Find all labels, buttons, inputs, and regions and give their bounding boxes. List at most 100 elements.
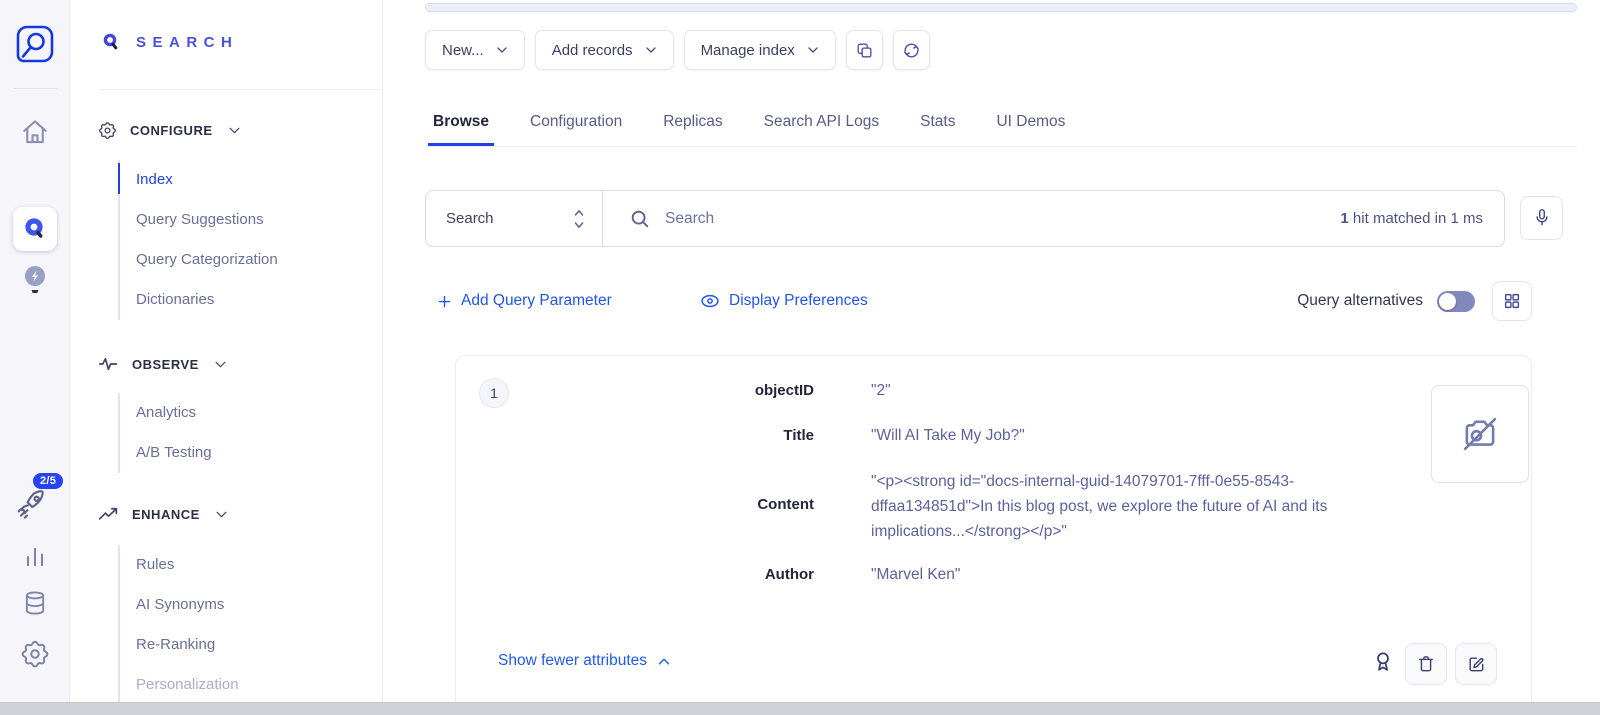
display-preferences-label: Display Preferences	[729, 292, 868, 310]
rail-divider	[13, 88, 57, 89]
sidebar-item-query-suggestions[interactable]: Query Suggestions	[120, 200, 278, 240]
hit-rank-badge: 1	[479, 378, 509, 408]
eye-icon	[700, 293, 720, 309]
sidebar-item-index[interactable]: Index	[120, 160, 278, 200]
delete-hit-button[interactable]	[1405, 643, 1447, 685]
trend-up-icon	[98, 506, 119, 522]
grid-layout-icon	[1503, 292, 1521, 310]
search-product-active-tile[interactable]	[13, 207, 57, 251]
chevron-up-icon	[657, 657, 671, 666]
edit-hit-button[interactable]	[1455, 643, 1497, 685]
manage-index-button[interactable]: Manage index	[684, 30, 836, 70]
field-label-objectid: objectID	[614, 382, 814, 399]
search-bar: Search 1 hit matched in 1 ms	[425, 190, 1505, 247]
search-input[interactable]	[665, 210, 1340, 228]
enhance-items: Rules AI Synonyms Re-Ranking Personaliza…	[118, 545, 239, 705]
product-header: SEARCH	[100, 31, 238, 53]
sidebar-item-analytics[interactable]: Analytics	[120, 393, 212, 433]
copy-icon	[855, 41, 874, 60]
section-label: ENHANCE	[132, 507, 200, 522]
gear-icon[interactable]	[20, 639, 50, 669]
plus-icon	[437, 294, 452, 309]
show-fewer-label: Show fewer attributes	[498, 652, 647, 670]
observe-items: Analytics A/B Testing	[118, 393, 212, 473]
sidebar-item-dictionaries[interactable]: Dictionaries	[120, 280, 278, 320]
sidebar-item-personalization[interactable]: Personalization	[120, 665, 239, 705]
toolbar: New... Add records Manage index	[425, 30, 930, 70]
gear-icon	[98, 121, 117, 140]
hit-card: 1 objectID "2" Title "Will AI Take My Jo…	[455, 355, 1532, 711]
query-alternatives-label: Query alternatives	[1297, 292, 1423, 310]
toggle-knob	[1439, 293, 1456, 310]
tab-browse[interactable]: Browse	[428, 100, 494, 146]
add-records-button[interactable]: Add records	[535, 30, 674, 70]
configure-items: Index Query Suggestions Query Categoriza…	[118, 160, 278, 320]
camera-off-icon	[1459, 413, 1501, 455]
display-preferences-link[interactable]: Display Preferences	[700, 281, 868, 321]
product-title: SEARCH	[136, 34, 238, 51]
index-selector-sliver	[425, 3, 1577, 12]
chevron-down-icon	[228, 126, 241, 135]
section-label: OBSERVE	[132, 357, 199, 372]
bottom-scrollbar-band[interactable]	[0, 702, 1600, 715]
field-value-objectid: "2"	[871, 382, 891, 400]
tab-search-api-logs[interactable]: Search API Logs	[759, 100, 884, 146]
tab-configuration[interactable]: Configuration	[525, 100, 627, 146]
analytics-bars-icon[interactable]	[21, 543, 49, 571]
search-magnifier-icon	[100, 31, 122, 53]
query-alternatives-toggle[interactable]	[1437, 291, 1475, 312]
refresh-button[interactable]	[893, 30, 930, 70]
database-icon[interactable]	[21, 589, 49, 617]
manage-index-label: Manage index	[701, 42, 795, 59]
sort-chevrons-icon	[572, 208, 586, 230]
field-value-content: "<p><strong id="docs-internal-guid-14079…	[871, 469, 1398, 544]
tab-ui-demos[interactable]: UI Demos	[991, 100, 1070, 146]
chevron-down-icon	[645, 46, 657, 54]
new-button[interactable]: New...	[425, 30, 525, 70]
search-icon	[629, 208, 651, 230]
search-input-wrap	[603, 191, 1340, 246]
algolia-dashboard: 2/5	[0, 0, 1600, 715]
chevron-down-icon	[496, 46, 508, 54]
add-query-parameter-label: Add Query Parameter	[461, 292, 612, 310]
chevron-down-icon	[215, 510, 228, 519]
rocket-icon[interactable]	[15, 487, 49, 521]
sidebar-item-rules[interactable]: Rules	[120, 545, 239, 585]
trash-icon	[1416, 654, 1436, 674]
search-scope-value: Search	[446, 210, 494, 227]
query-controls-row: Add Query Parameter Display Preferences …	[425, 281, 1577, 321]
section-label: CONFIGURE	[130, 123, 213, 138]
section-observe[interactable]: OBSERVE	[98, 355, 227, 373]
field-value-title: "Will AI Take My Job?"	[871, 427, 1025, 445]
microphone-icon	[1533, 208, 1551, 228]
field-value-author: "Marvel Ken"	[871, 566, 960, 584]
hit-count-rest: hit matched in 1 ms	[1349, 210, 1483, 227]
refresh-icon	[902, 41, 921, 60]
image-placeholder	[1431, 385, 1529, 483]
voice-search-button[interactable]	[1520, 196, 1563, 240]
recommend-bulb-icon[interactable]	[19, 262, 51, 298]
home-icon[interactable]	[20, 117, 50, 147]
edit-icon	[1466, 654, 1486, 674]
waveform-icon	[98, 355, 119, 373]
algolia-logo-icon[interactable]	[13, 22, 57, 66]
hit-count: 1	[1340, 210, 1348, 227]
search-scope-select[interactable]: Search	[426, 191, 603, 246]
section-configure[interactable]: CONFIGURE	[98, 121, 241, 140]
sidebar-item-ab-testing[interactable]: A/B Testing	[120, 433, 212, 473]
tab-replicas[interactable]: Replicas	[658, 100, 727, 146]
layout-grid-button[interactable]	[1492, 281, 1532, 321]
chevron-down-icon	[214, 360, 227, 369]
ribbon-icon	[1370, 649, 1396, 676]
rocket-progress-badge: 2/5	[33, 473, 63, 489]
ribbon-button[interactable]	[1370, 649, 1396, 676]
tab-stats[interactable]: Stats	[915, 100, 960, 146]
section-enhance[interactable]: ENHANCE	[98, 506, 228, 522]
copy-button[interactable]	[846, 30, 883, 70]
sidebar-item-ai-synonyms[interactable]: AI Synonyms	[120, 585, 239, 625]
sidebar-item-query-categorization[interactable]: Query Categorization	[120, 240, 278, 280]
query-alternatives-control: Query alternatives	[1297, 281, 1532, 321]
show-fewer-attributes-link[interactable]: Show fewer attributes	[498, 652, 671, 670]
add-query-parameter-link[interactable]: Add Query Parameter	[437, 281, 612, 321]
sidebar-item-re-ranking[interactable]: Re-Ranking	[120, 625, 239, 665]
